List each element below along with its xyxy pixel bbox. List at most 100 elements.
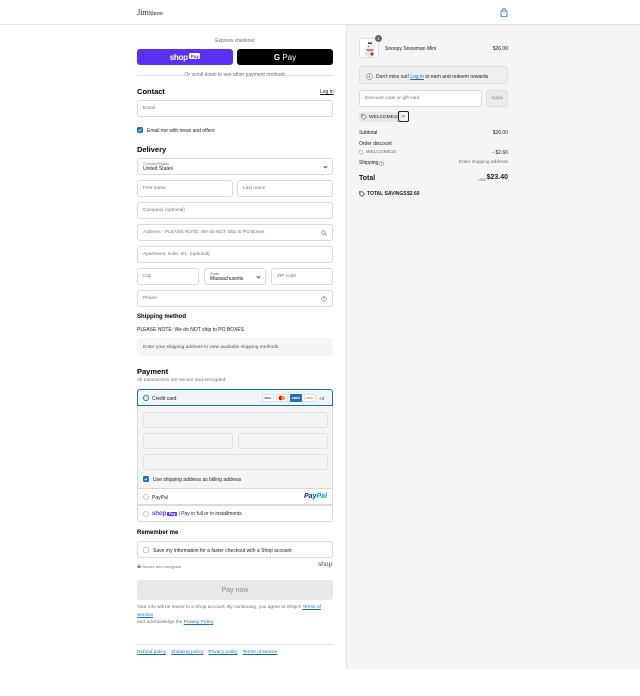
email-field[interactable]: Email [137, 100, 333, 117]
refund-policy-link[interactable]: Refund policy [137, 650, 166, 655]
express-checkout-label: Express checkout [215, 38, 255, 44]
shop-pay-label: shop Pay | Pay in full or in installments [152, 511, 242, 517]
credit-card-radio[interactable] [143, 395, 149, 401]
save-info-checkbox[interactable] [143, 547, 149, 553]
total-value: $23.40 [486, 174, 508, 181]
save-info-option[interactable]: Save my information for a faster checkou… [137, 541, 333, 558]
newsletter-label: Email me with news and offers [147, 128, 215, 134]
shopping-bag-icon[interactable] [500, 8, 508, 17]
checkmark-icon [144, 477, 148, 481]
name-on-card-field[interactable] [143, 454, 328, 470]
google-pay-button[interactable]: G Pay [237, 49, 333, 65]
google-pay-logo: G Pay [273, 52, 297, 62]
shipping-method-heading: Shipping method [137, 314, 186, 320]
total-label: Total [359, 175, 376, 182]
shop-pay-logo: shop [169, 52, 188, 62]
first-name-field[interactable]: First name [137, 180, 233, 197]
order-discount-value: - $2.60 [492, 150, 508, 156]
apply-discount-button[interactable]: Apply [486, 90, 508, 107]
info-icon [366, 73, 373, 80]
discount-code-field[interactable]: Discount code or gift card [359, 90, 482, 107]
remember-me-heading: Remember me [137, 530, 179, 536]
country-select[interactable]: Country/Region United States [137, 158, 333, 175]
card-brands: VISA AMEX DISC +3 [261, 394, 324, 402]
rewards-notice: Don't miss out! Log in to earn and redee… [359, 66, 508, 84]
expiry-field[interactable] [143, 433, 233, 449]
footer-links: Refund policy Shipping policy Privacy po… [137, 650, 278, 655]
help-circle-icon[interactable] [379, 161, 384, 166]
shop-pay-button[interactable]: shop Pay [137, 49, 233, 65]
credit-card-form: Use shipping address as billing address [137, 406, 333, 488]
payment-divider-text: Or scroll down to see other payment meth… [137, 72, 333, 78]
product-image [365, 42, 375, 57]
privacy-policy-link[interactable]: Privacy policy [208, 650, 237, 655]
pay-now-button[interactable]: Pay now [137, 580, 333, 600]
tag-icon [361, 114, 367, 120]
blank-area [346, 669, 640, 696]
total-savings-value: $2.60 [407, 191, 420, 197]
total-savings-label: TOTAL SAVINGS [367, 191, 407, 197]
billing-same-checkbox[interactable] [143, 476, 149, 482]
subtotal-value: $26.00 [492, 130, 508, 136]
address-field[interactable]: Address - PLEASE NOTE: We do NOT ship to… [137, 224, 333, 241]
help-circle-icon[interactable] [321, 295, 327, 302]
shipping-methods-placeholder: Enter your shipping address to view avai… [137, 338, 333, 356]
tag-icon [359, 150, 364, 155]
payment-heading: Payment [137, 367, 169, 376]
shipping-value: Enter shipping address [458, 160, 508, 165]
header: JimShore [0, 0, 640, 25]
zip-field[interactable]: ZIP code [271, 268, 333, 285]
shop-pay-radio[interactable] [143, 511, 149, 517]
subtotal-label: Subtotal [359, 130, 378, 136]
privacy-link[interactable]: Privacy Policy [184, 620, 214, 625]
shop-pay-installments-option[interactable]: shop Pay | Pay in full or in installments [137, 505, 333, 522]
more-cards-count: +3 [318, 395, 324, 401]
paypal-label: PayPal [152, 494, 168, 501]
tag-icon [359, 191, 365, 197]
card-number-field[interactable] [143, 412, 328, 428]
legal-text: Your info will be saved to a Shop accoun… [137, 605, 321, 625]
contact-heading: Contact [137, 87, 165, 96]
newsletter-checkbox[interactable] [137, 127, 143, 133]
company-field[interactable]: Company (optional) [137, 202, 333, 219]
delivery-heading: Delivery [137, 145, 167, 154]
credit-card-label: Credit card [152, 395, 177, 402]
store-logo[interactable]: JimShore [137, 7, 163, 17]
save-info-label: Save my information for a faster checkou… [153, 547, 292, 554]
footer-divider [137, 644, 333, 645]
order-discount-code: WELCOME10 [366, 150, 397, 155]
paypal-radio[interactable] [143, 494, 149, 500]
shop-brand-logo: shop [318, 561, 333, 568]
shipping-note: PLEASE NOTE: We do NOT ship to PO BOXES [137, 327, 245, 333]
login-link[interactable]: Log in [320, 89, 334, 95]
billing-same-label: Use shipping address as billing address [153, 476, 242, 483]
city-field[interactable]: City [137, 268, 199, 285]
terms-of-service-link[interactable]: Terms of service [243, 650, 278, 655]
rewards-login-link[interactable]: Log in [410, 74, 424, 80]
last-name-field[interactable]: Last name [237, 180, 333, 197]
checkmark-icon [138, 128, 142, 132]
quantity-badge: 1 [375, 35, 382, 42]
chevron-down-icon [256, 273, 261, 279]
applied-discount-tag: WELCOME10 [359, 112, 402, 122]
shipping-label: Shipping [359, 160, 379, 166]
product-price: $26.00 [492, 46, 508, 52]
order-discount-label: Order discount [359, 141, 392, 147]
product-name: Snoopy Snowman Mini [385, 46, 437, 52]
discover-icon: DISC [303, 394, 316, 402]
secure-text: Secure and encrypted [142, 563, 182, 569]
apartment-field[interactable]: Apartment, suite, etc. (optional) [137, 246, 333, 263]
remove-discount-button[interactable]: × [398, 111, 409, 122]
rewards-notice-text: Don't miss out! Log in to earn and redee… [376, 74, 489, 80]
state-select[interactable]: State Massachusetts [204, 268, 266, 285]
amex-icon: AMEX [289, 394, 302, 402]
close-icon: × [402, 113, 405, 120]
security-code-field[interactable] [238, 433, 328, 449]
payment-subtitle: All transactions are secure and encrypte… [137, 378, 227, 383]
phone-field[interactable]: Phone [137, 290, 333, 307]
credit-card-option[interactable]: Credit card VISA AMEX DISC +3 [137, 389, 333, 406]
paypal-logo: PayPal [304, 493, 327, 500]
chevron-down-icon [323, 163, 328, 169]
shipping-policy-link[interactable]: Shipping policy [171, 650, 203, 655]
paypal-option[interactable]: PayPal PayPal [137, 488, 333, 505]
